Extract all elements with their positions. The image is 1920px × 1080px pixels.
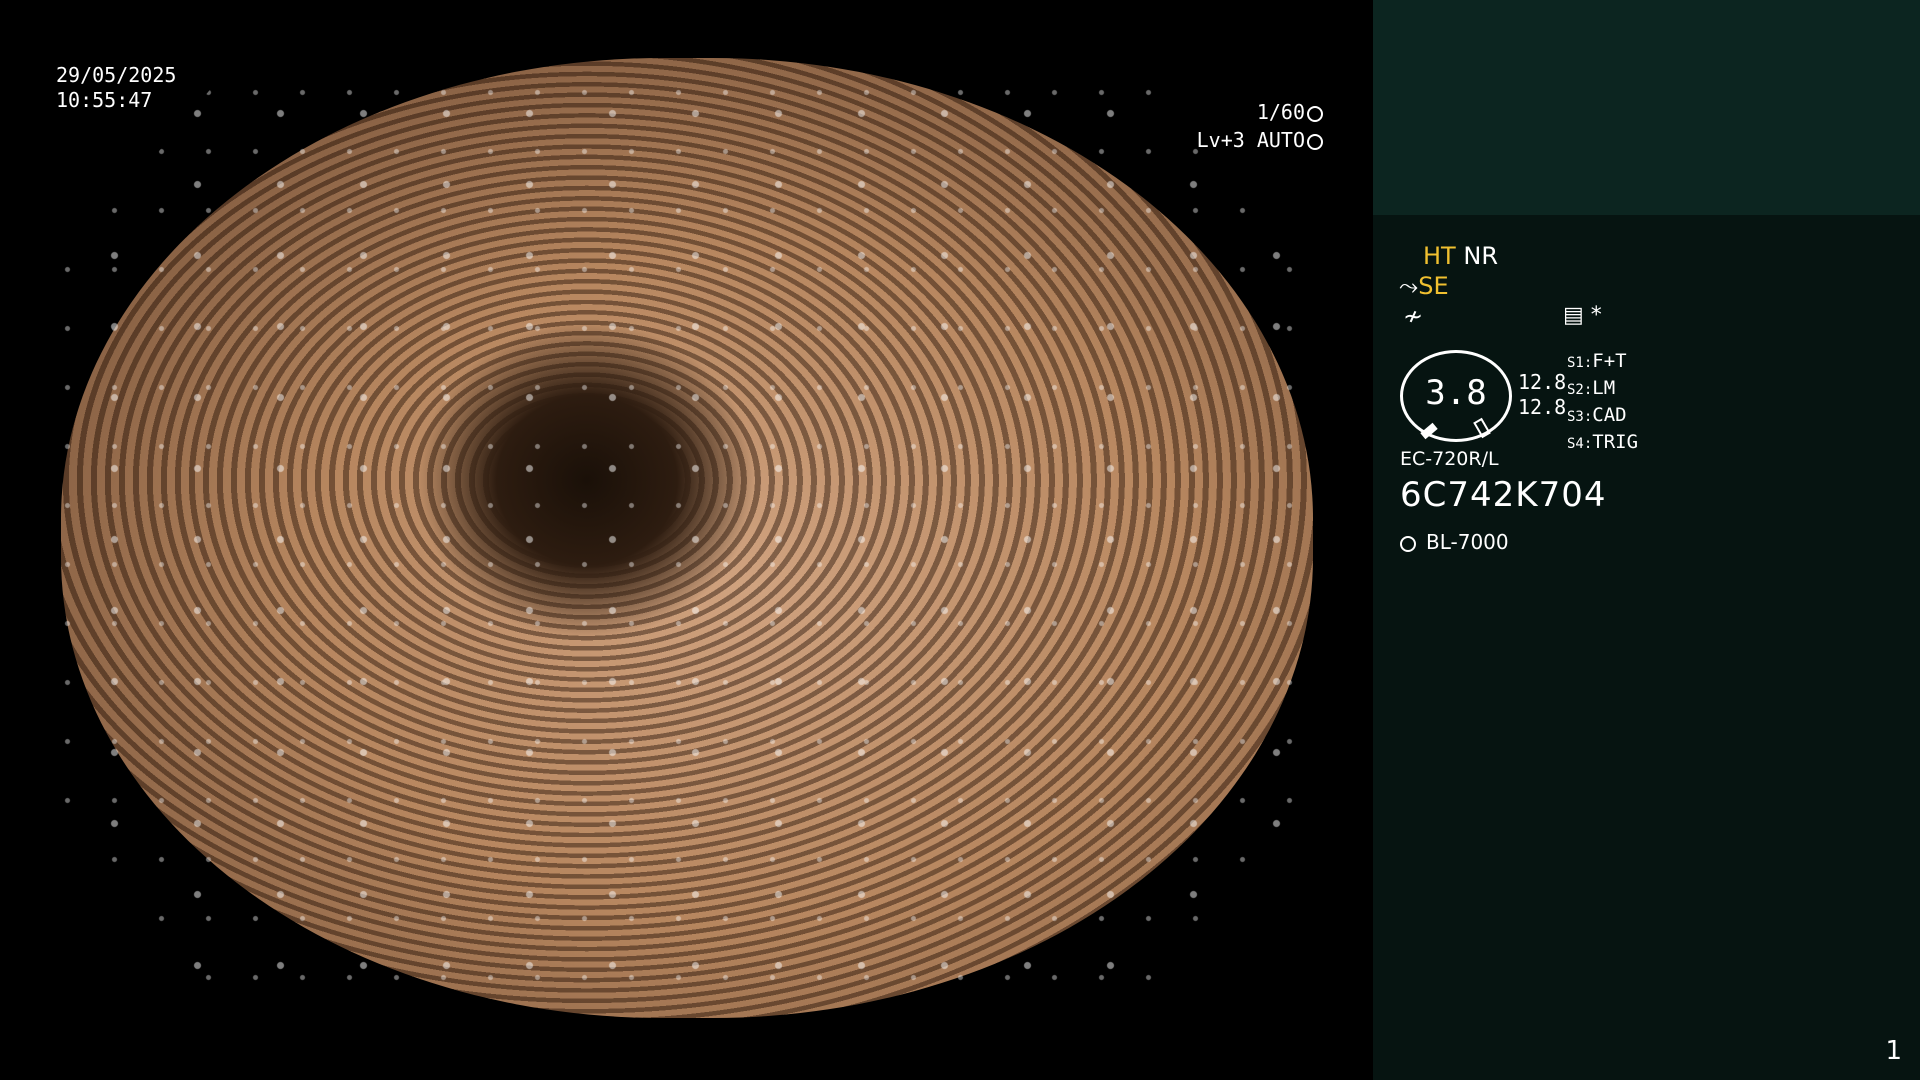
switch-item: S2:LM bbox=[1567, 377, 1616, 399]
switch-list: S1:F+T S2:LM S3:CAD S4:TRIG bbox=[1567, 349, 1638, 457]
enhance-icon: ⤳ bbox=[1399, 272, 1419, 300]
mode-row: HT NR bbox=[1423, 242, 1498, 270]
tool-icon bbox=[1473, 417, 1491, 439]
pen-icon bbox=[1420, 422, 1438, 440]
scope-model: EC-720R/L bbox=[1400, 448, 1499, 470]
light-source-label: BL-7000 bbox=[1426, 530, 1509, 554]
image-settings-row: ▤ * bbox=[1563, 303, 1602, 328]
switch-item: S1:F+T bbox=[1567, 350, 1627, 372]
readout-2: 12.8 bbox=[1518, 395, 1567, 419]
zoom-value: 3.8 bbox=[1425, 373, 1487, 413]
switch-item: S3:CAD bbox=[1567, 404, 1627, 426]
exposure-info: 1/60 Lv+3 AUTO bbox=[1197, 98, 1323, 154]
mode-se: SE bbox=[1418, 272, 1449, 300]
light-source: BL-7000 bbox=[1400, 530, 1509, 554]
light-source-icon bbox=[1400, 535, 1416, 552]
timestamp: 29/05/2025 10:55:47 bbox=[56, 63, 176, 113]
info-panel: HT NR ⤳SE ≁ ▤ * 3.8 12.8 12.8 S1:F+T S2:… bbox=[1373, 0, 1920, 1080]
endoscopic-image bbox=[61, 58, 1313, 1018]
light-reflections bbox=[61, 58, 1313, 1018]
endoscope-view: 29/05/2025 10:55:47 1/60 Lv+3 AUTO bbox=[0, 0, 1373, 1080]
level-label: Lv+3 AUTO bbox=[1196, 128, 1305, 152]
mode-nr: NR bbox=[1463, 242, 1498, 270]
shutter-icon bbox=[1307, 105, 1323, 122]
readouts: 12.8 12.8 bbox=[1518, 370, 1566, 420]
page-number: 1 bbox=[1885, 1036, 1902, 1066]
scope-serial: 6C742K704 bbox=[1400, 475, 1607, 515]
auto-iris-icon bbox=[1307, 133, 1323, 150]
readout-1: 12.8 bbox=[1518, 370, 1567, 394]
shutter-label: 1/60 bbox=[1256, 100, 1305, 124]
mode-ht: HT bbox=[1423, 242, 1456, 270]
filter-icon: ≁ bbox=[1403, 302, 1424, 330]
zoom-indicator: 3.8 bbox=[1400, 350, 1512, 442]
structure-enhance-row: ⤳SE bbox=[1399, 272, 1449, 300]
image-icon: ▤ bbox=[1563, 303, 1584, 328]
date-label: 29/05/2025 bbox=[56, 63, 177, 87]
star-label: * bbox=[1590, 303, 1602, 328]
info-panel-header bbox=[1373, 0, 1920, 215]
time-label: 10:55:47 bbox=[56, 88, 153, 112]
switch-item: S4:TRIG bbox=[1567, 431, 1639, 453]
